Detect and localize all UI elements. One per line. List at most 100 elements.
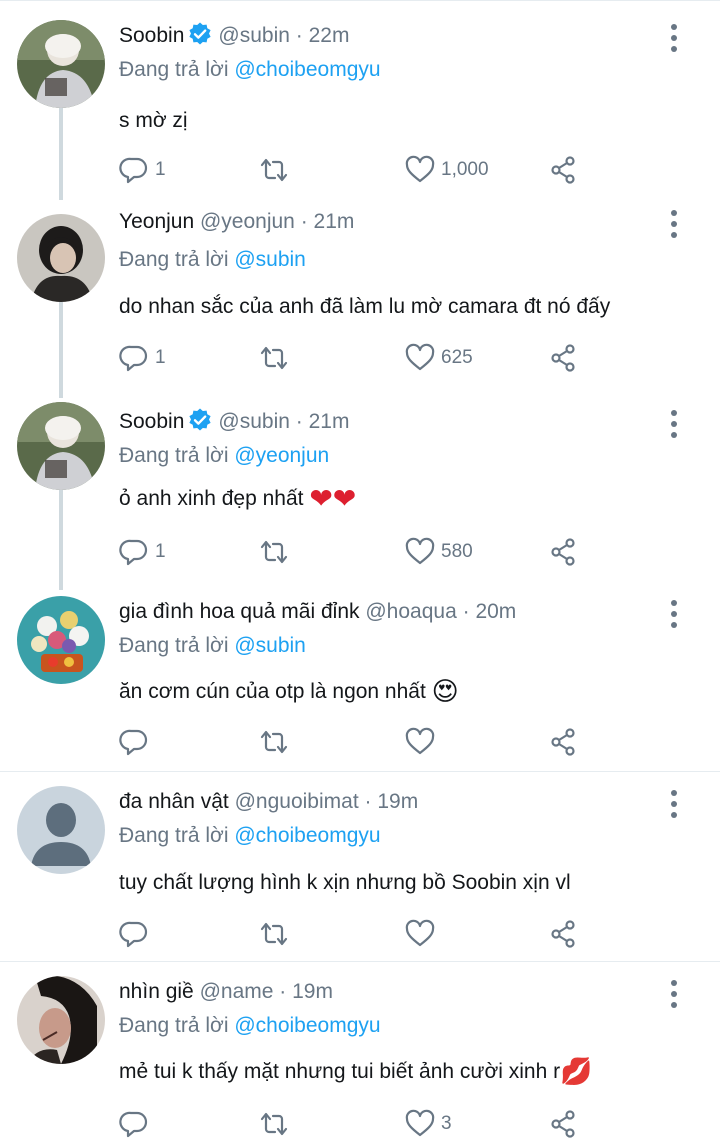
like-button[interactable]: 3 xyxy=(405,1104,452,1144)
display-name[interactable]: Soobin xyxy=(119,410,184,433)
like-button[interactable] xyxy=(405,722,441,762)
more-options-icon[interactable] xyxy=(662,978,686,1010)
share-button[interactable] xyxy=(549,1104,579,1144)
replies-feed: Soobin @subin · 22m Đang trả lời @choibeo… xyxy=(0,0,720,1144)
heart-icon xyxy=(405,1109,435,1137)
heart-icon xyxy=(405,919,435,947)
display-name[interactable]: Yeonjun xyxy=(119,210,194,233)
username[interactable]: @hoaqua xyxy=(365,600,456,623)
reply-button[interactable]: 1 xyxy=(119,150,166,190)
share-button[interactable] xyxy=(549,914,579,954)
like-button[interactable]: 1,000 xyxy=(405,150,489,190)
mention-link[interactable]: @choibeomgyu xyxy=(234,824,380,847)
default-avatar-icon xyxy=(17,786,105,874)
like-count: 625 xyxy=(441,347,473,368)
tweet-text: ăn cơm cún của otp là ngon nhất xyxy=(119,680,426,703)
avatar[interactable] xyxy=(17,596,105,684)
replying-label: Đang trả lời xyxy=(119,824,229,847)
action-bar: 1 1,000 xyxy=(119,150,589,194)
more-options-icon[interactable] xyxy=(662,22,686,54)
retweet-icon xyxy=(260,346,288,370)
retweet-icon xyxy=(260,730,288,754)
dot-separator: · xyxy=(358,790,378,813)
reply-button[interactable] xyxy=(119,914,155,954)
reply-icon xyxy=(119,729,148,756)
top-divider xyxy=(0,0,720,1)
timestamp: 19m xyxy=(377,790,419,813)
tweet[interactable]: Yeonjun @yeonjun · 21m Đang trả lời @sub… xyxy=(0,196,720,386)
replying-to: Đang trả lời @subin xyxy=(119,630,306,662)
reply-count: 1 xyxy=(155,347,166,368)
like-button[interactable]: 580 xyxy=(405,532,473,572)
mention-link[interactable]: @choibeomgyu xyxy=(234,58,380,81)
like-count: 580 xyxy=(441,541,473,562)
mention-link[interactable]: @subin xyxy=(234,634,306,657)
tweet-text: s mờ zị xyxy=(119,109,188,132)
username[interactable]: @subin xyxy=(218,410,290,433)
replying-label: Đang trả lời xyxy=(119,634,229,657)
action-bar: 1 580 xyxy=(119,532,589,576)
more-options-icon[interactable] xyxy=(662,408,686,440)
reply-icon xyxy=(119,921,148,948)
tweet-header: gia đình hoa quả mãi đỉnk @hoaqua · 20m xyxy=(119,596,640,628)
retweet-button[interactable] xyxy=(259,338,289,378)
display-name[interactable]: Soobin xyxy=(119,24,184,47)
retweet-button[interactable] xyxy=(259,1104,289,1144)
tweet[interactable]: gia đình hoa quả mãi đỉnk @hoaqua · 20m … xyxy=(0,582,720,770)
tweet[interactable]: Soobin @subin · 22m Đang trả lời @choibeo… xyxy=(0,10,720,195)
mention-link[interactable]: @yeonjun xyxy=(234,444,329,467)
replying-to: Đang trả lời @choibeomgyu xyxy=(119,820,381,852)
mention-link[interactable]: @choibeomgyu xyxy=(234,1014,380,1037)
like-count: 3 xyxy=(441,1113,452,1134)
reply-button[interactable]: 1 xyxy=(119,532,166,572)
share-icon xyxy=(551,728,575,756)
reply-button[interactable]: 1 xyxy=(119,338,166,378)
reply-button[interactable] xyxy=(119,1104,155,1144)
heart-emoji: ❤❤ xyxy=(309,483,357,514)
username[interactable]: @nguoibimat xyxy=(235,790,359,813)
share-button[interactable] xyxy=(549,338,579,378)
more-options-icon[interactable] xyxy=(662,788,686,820)
retweet-button[interactable] xyxy=(259,150,289,190)
mention-link[interactable]: @subin xyxy=(234,248,306,271)
more-options-icon[interactable] xyxy=(662,598,686,630)
avatar[interactable] xyxy=(17,976,105,1064)
avatar[interactable] xyxy=(17,402,105,490)
share-button[interactable] xyxy=(549,722,579,762)
tweet[interactable]: Soobin @subin · 21m Đang trả lời @yeonjun… xyxy=(0,392,720,582)
username[interactable]: @name xyxy=(200,980,274,1003)
replying-to: Đang trả lời @subin xyxy=(119,244,306,276)
tweet-text: tuy chất lượng hình k xịn nhưng bồ Soobi… xyxy=(119,871,571,894)
username[interactable]: @subin xyxy=(218,24,290,47)
share-button[interactable] xyxy=(549,150,579,190)
tweet-body: ỏ anh xinh đẹp nhất ❤❤ xyxy=(119,482,356,516)
tweet[interactable]: nhìn giề @name · 19m Đang trả lời @choib… xyxy=(0,962,720,1144)
tweet[interactable]: đa nhân vật @nguoibimat · 19m Đang trả l… xyxy=(0,772,720,960)
replying-label: Đang trả lời xyxy=(119,1014,229,1037)
like-button[interactable]: 625 xyxy=(405,338,473,378)
verified-badge-icon xyxy=(188,22,212,46)
display-name[interactable]: đa nhân vật xyxy=(119,790,229,813)
tweet-header: Yeonjun @yeonjun · 21m xyxy=(119,206,640,238)
avatar[interactable] xyxy=(17,214,105,302)
replying-label: Đang trả lời xyxy=(119,444,229,467)
reply-icon xyxy=(119,157,148,184)
tweet-header: Soobin @subin · 22m xyxy=(119,20,640,52)
share-button[interactable] xyxy=(549,532,579,572)
display-name[interactable]: gia đình hoa quả mãi đỉnk xyxy=(119,600,360,623)
display-name[interactable]: nhìn giề xyxy=(119,980,194,1003)
action-bar: 3 xyxy=(119,1104,589,1144)
avatar[interactable] xyxy=(17,786,105,874)
replying-to: Đang trả lời @choibeomgyu xyxy=(119,1010,381,1042)
retweet-button[interactable] xyxy=(259,914,289,954)
like-button[interactable] xyxy=(405,914,441,954)
tweet-text: ỏ anh xinh đẹp nhất xyxy=(119,487,304,510)
reply-button[interactable] xyxy=(119,722,155,762)
more-options-icon[interactable] xyxy=(662,208,686,240)
avatar[interactable] xyxy=(17,20,105,108)
retweet-button[interactable] xyxy=(259,532,289,572)
username[interactable]: @yeonjun xyxy=(200,210,295,233)
retweet-button[interactable] xyxy=(259,722,289,762)
tweet-body: ăn cơm cún của otp là ngon nhất 😍 xyxy=(119,674,459,709)
tweet-text: mẻ tui k thấy mặt nhưng tui biết ảnh cườ… xyxy=(119,1060,561,1083)
